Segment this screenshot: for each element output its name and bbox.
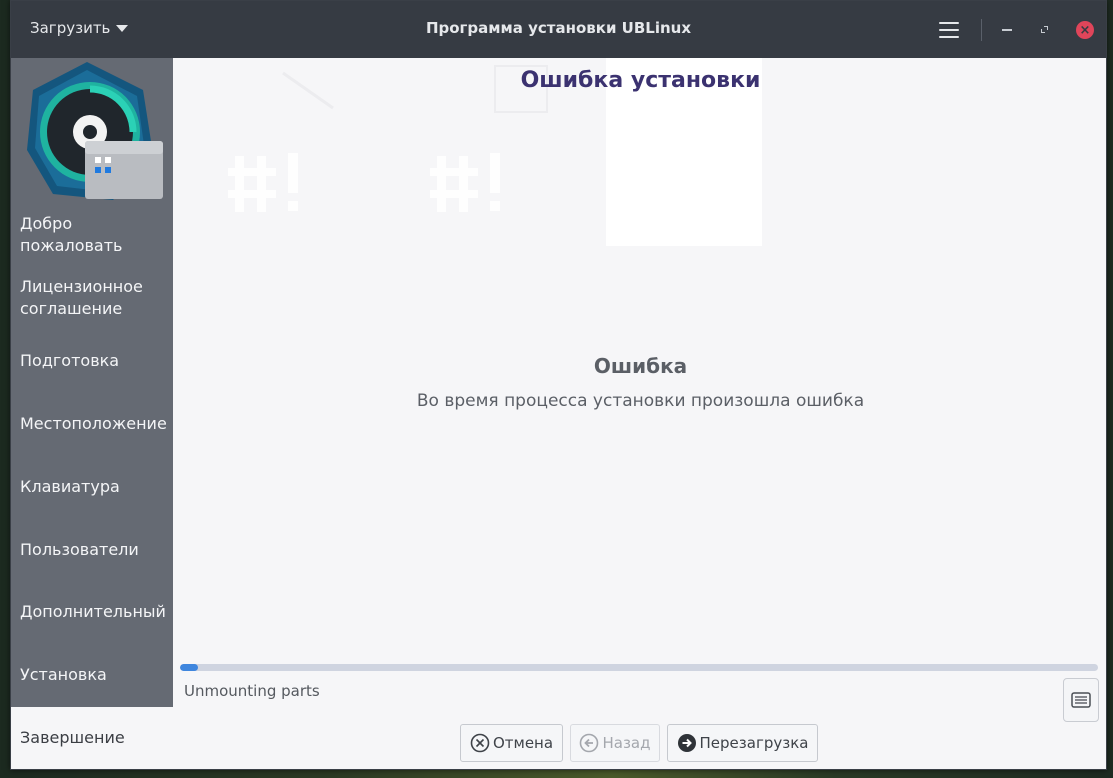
- sidebar-item-welcome[interactable]: Добро пожаловать: [11, 213, 173, 257]
- sidebar-item-additional[interactable]: Дополнительный: [11, 601, 173, 623]
- ublinux-logo-icon: [27, 62, 163, 200]
- sidebar-item-license[interactable]: Лицензионное соглашение: [11, 276, 173, 320]
- sidebar-item-keyboard[interactable]: Клавиатура: [11, 476, 173, 498]
- show-log-button[interactable]: [1063, 678, 1099, 722]
- hamburger-icon[interactable]: [939, 22, 959, 38]
- minimize-icon[interactable]: [1002, 29, 1012, 31]
- window-controls: ×: [939, 15, 1094, 45]
- titlebar-separator: [981, 19, 982, 41]
- sidebar: Добро пожаловать Лицензионное соглашение…: [11, 58, 173, 769]
- status-text: Unmounting parts: [184, 682, 320, 700]
- close-icon[interactable]: ×: [1076, 21, 1094, 39]
- log-list-icon: [1071, 692, 1091, 708]
- error-message: Во время процесса установки произошла ош…: [416, 391, 865, 411]
- cancel-circle-icon: [470, 733, 490, 753]
- cancel-button-label: Отмена: [492, 734, 554, 752]
- progress-fill: [180, 664, 199, 671]
- arrow-left-circle-icon: [580, 733, 599, 753]
- titlebar: Загрузить Программа установки UBLinux ×: [11, 1, 1106, 58]
- progress-bar: [180, 664, 1098, 671]
- back-button[interactable]: Назад: [570, 724, 660, 762]
- reboot-button[interactable]: Перезагрузка: [667, 724, 818, 762]
- sidebar-item-finish[interactable]: Завершение: [11, 707, 173, 769]
- installer-window: Загрузить Программа установки UBLinux ×: [10, 0, 1107, 770]
- error-heading: Ошибка: [593, 354, 688, 378]
- maximize-icon[interactable]: [1040, 26, 1048, 34]
- background-shadow-icons: [228, 58, 762, 246]
- back-button-label: Назад: [602, 734, 651, 752]
- sidebar-item-install[interactable]: Установка: [11, 664, 173, 686]
- sidebar-item-prepare[interactable]: Подготовка: [11, 350, 173, 372]
- page-title: Ошибка установки: [520, 68, 761, 93]
- arrow-right-circle-icon: [677, 734, 696, 752]
- sidebar-item-location[interactable]: Местоположение: [11, 413, 173, 435]
- reboot-button-label: Перезагрузка: [699, 734, 809, 752]
- main-panel: Ошибка установки Ошибка Во время процесс…: [173, 58, 1106, 769]
- cancel-button[interactable]: Отмена: [460, 724, 563, 762]
- sidebar-item-users[interactable]: Пользователи: [11, 539, 173, 561]
